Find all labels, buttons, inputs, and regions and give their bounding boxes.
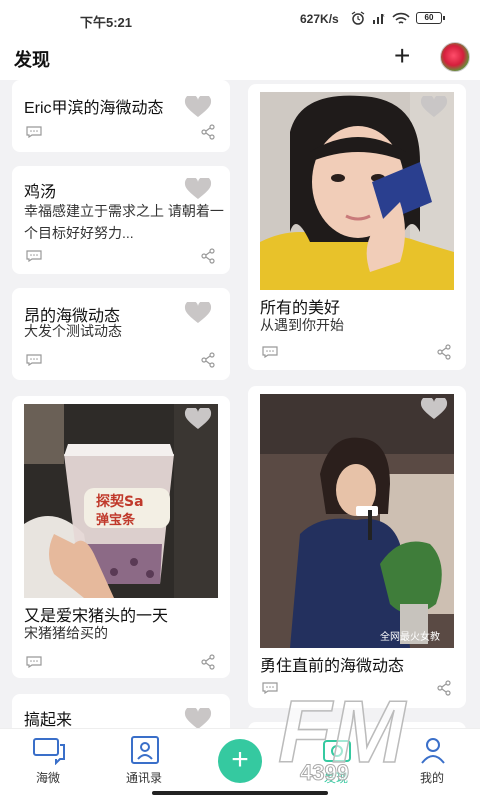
app-header: 发现 + bbox=[0, 38, 480, 80]
post-description: 幸福感建立于需求之上 请朝着一个目标好好努力... bbox=[24, 203, 224, 241]
girl-portrait-image bbox=[260, 92, 454, 290]
bubble-tea-image: 探契Sa 弹宝条 bbox=[24, 404, 218, 598]
create-post-button[interactable]: + bbox=[218, 739, 262, 783]
post-description: 大发个测试动态 bbox=[24, 323, 122, 339]
alarm-icon bbox=[351, 11, 365, 25]
post-card[interactable]: Eric甲滨的海微动态 bbox=[12, 80, 230, 152]
discover-feed[interactable]: Eric甲滨的海微动态 鸡汤 幸福感建立于需求之上 请朝着一个目标好好努力...… bbox=[0, 80, 480, 728]
comment-icon[interactable] bbox=[26, 250, 42, 262]
like-heart-icon[interactable] bbox=[184, 302, 212, 324]
like-heart-icon[interactable] bbox=[420, 96, 448, 118]
post-card[interactable]: 全网最火女教 勇住直前的海微动态 bbox=[248, 386, 466, 708]
contacts-icon bbox=[131, 736, 159, 764]
post-card[interactable]: 鸡汤 幸福感建立于需求之上 请朝着一个目标好好努力... bbox=[12, 166, 230, 274]
post-card[interactable]: 探契Sa 弹宝条 又是爱宋猪头的一天 宋猪猪给买的 bbox=[12, 396, 230, 678]
tab-haiwei[interactable]: 海微 bbox=[8, 729, 88, 800]
post-photo[interactable] bbox=[260, 92, 454, 290]
share-icon[interactable] bbox=[200, 352, 216, 368]
speaker-woman-image: 全网最火女教 bbox=[260, 394, 454, 648]
svg-text:x: x bbox=[382, 13, 385, 19]
status-icons: x 60 bbox=[350, 11, 445, 25]
post-card[interactable]: 搞起来 bbox=[12, 694, 230, 728]
post-description: 从遇到你开始 bbox=[260, 317, 344, 333]
home-indicator[interactable] bbox=[152, 791, 328, 795]
tab-contacts[interactable]: 通讯录 bbox=[104, 729, 184, 800]
battery-icon: 60 bbox=[416, 12, 445, 24]
bottom-tab-bar: 海微 通讯录 + 发现 我的 bbox=[0, 728, 480, 800]
share-icon[interactable] bbox=[200, 654, 216, 670]
post-title: 勇住直前的海微动态 bbox=[260, 658, 405, 675]
post-title: 鸡汤 bbox=[24, 184, 57, 201]
share-icon[interactable] bbox=[200, 124, 216, 140]
network-speed: 627K/s bbox=[300, 12, 339, 26]
wifi-icon bbox=[392, 12, 410, 24]
comment-icon[interactable] bbox=[26, 354, 42, 366]
status-time: 下午5:21 bbox=[80, 15, 133, 30]
tab-discover[interactable]: 发现 bbox=[296, 729, 376, 800]
discover-icon bbox=[323, 740, 351, 762]
share-icon[interactable] bbox=[436, 680, 452, 696]
tab-label: 通讯录 bbox=[125, 771, 162, 785]
chat-icon bbox=[33, 738, 65, 765]
comment-icon[interactable] bbox=[262, 682, 278, 694]
share-icon[interactable] bbox=[436, 344, 452, 360]
add-post-button[interactable]: + bbox=[394, 40, 410, 72]
comment-icon[interactable] bbox=[26, 126, 42, 138]
profile-icon bbox=[421, 738, 445, 764]
comment-icon[interactable] bbox=[26, 656, 42, 668]
signal-icon: x bbox=[373, 13, 385, 24]
tab-label: 海微 bbox=[35, 771, 60, 785]
post-photo[interactable]: 探契Sa 弹宝条 bbox=[24, 404, 218, 598]
page-title: 发现 bbox=[14, 50, 50, 70]
tab-mine[interactable]: 我的 bbox=[392, 729, 472, 800]
post-description: 宋猪猪给买的 bbox=[24, 625, 108, 641]
like-heart-icon[interactable] bbox=[184, 178, 212, 200]
comment-icon[interactable] bbox=[262, 346, 278, 358]
cup-brand-text: 弹宝条 bbox=[96, 512, 136, 528]
like-heart-icon[interactable] bbox=[184, 708, 212, 728]
post-card[interactable]: 所有的美好 从遇到你开始 bbox=[248, 84, 466, 370]
cup-brand-text: 探契Sa bbox=[96, 493, 144, 510]
tab-label: 发现 bbox=[323, 771, 348, 785]
user-avatar[interactable] bbox=[440, 42, 470, 72]
tab-label: 我的 bbox=[419, 771, 444, 785]
post-title: Eric甲滨的海微动态 bbox=[24, 100, 164, 117]
post-card[interactable]: 昂的海微动态 大发个测试动态 bbox=[12, 288, 230, 380]
like-heart-icon[interactable] bbox=[184, 408, 212, 430]
share-icon[interactable] bbox=[200, 248, 216, 264]
post-title: 搞起来 bbox=[24, 712, 73, 728]
video-caption: 全网最火女教 bbox=[380, 630, 440, 643]
like-heart-icon[interactable] bbox=[420, 398, 448, 420]
like-heart-icon[interactable] bbox=[184, 96, 212, 118]
post-photo[interactable]: 全网最火女教 bbox=[260, 394, 454, 648]
status-bar: 下午5:21 627K/s x 60 bbox=[0, 0, 480, 38]
